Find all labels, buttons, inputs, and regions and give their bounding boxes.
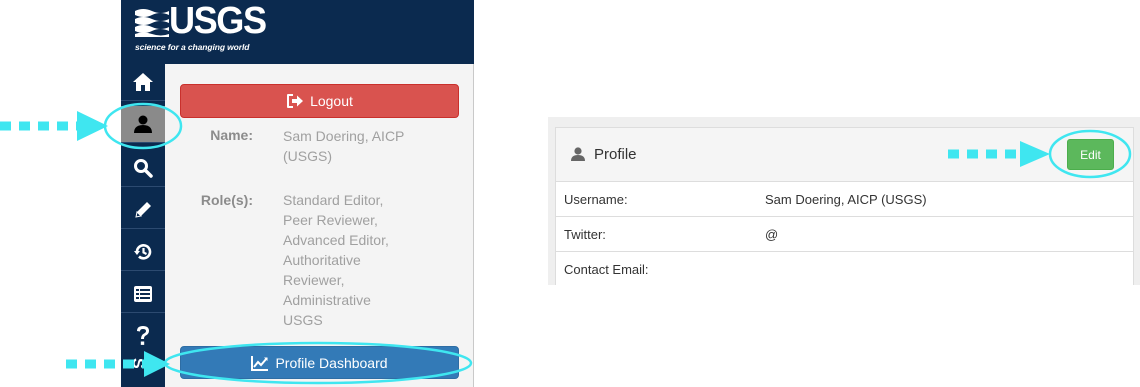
- home-icon: [133, 73, 153, 91]
- sign-out-icon: [287, 94, 304, 108]
- role-line: Administrative: [283, 292, 371, 308]
- name-value-line: (USGS): [283, 148, 332, 164]
- nav-profile[interactable]: [121, 106, 165, 142]
- rail-divider: [121, 312, 165, 313]
- profile-row-value: @: [765, 227, 779, 242]
- role-line: USGS: [283, 312, 323, 328]
- profile-dashboard-label: Profile Dashboard: [275, 354, 388, 371]
- annotation-arrow-profile: [0, 111, 108, 141]
- nav-history[interactable]: [121, 234, 165, 270]
- nav-list[interactable]: [121, 276, 165, 312]
- rail-vertical-text: S: [129, 358, 146, 369]
- user-icon: [571, 147, 585, 161]
- user-icon: [134, 115, 152, 133]
- rail-divider: [121, 142, 165, 143]
- usgs-waves-icon: [135, 7, 169, 37]
- logo-wordmark: USGS: [169, 0, 267, 42]
- profile-row-twitter: Twitter: @: [556, 217, 1133, 252]
- role-line: Authoritative: [283, 252, 361, 268]
- profile-row-key: Username:: [564, 192, 628, 207]
- roles-value: Standard Editor, Peer Reviewer, Advanced…: [283, 190, 433, 330]
- nav-rail: S: [121, 64, 165, 387]
- edit-button-label: Edit: [1080, 147, 1101, 162]
- role-line: Standard Editor,: [283, 192, 384, 208]
- list-icon: [134, 286, 152, 302]
- rail-divider: [121, 228, 165, 229]
- line-chart-icon: [251, 355, 269, 371]
- profile-row-key: Twitter:: [564, 227, 606, 242]
- profile-card: Profile Edit Username: Sam Doering, AICP…: [555, 127, 1134, 285]
- search-icon: [134, 159, 153, 178]
- profile-row-username: Username: Sam Doering, AICP (USGS): [556, 182, 1133, 217]
- role-line: Peer Reviewer,: [283, 212, 378, 228]
- profile-dashboard-button[interactable]: Profile Dashboard: [180, 346, 459, 379]
- pencil-icon: [135, 202, 151, 218]
- profile-card-header: Profile Edit: [556, 128, 1133, 182]
- nav-home[interactable]: [121, 64, 165, 100]
- nav-edit[interactable]: [121, 192, 165, 228]
- nav-help[interactable]: [121, 318, 165, 354]
- rail-divider: [121, 270, 165, 271]
- roles-label: Role(s):: [200, 192, 253, 208]
- profile-row-contact-email: Contact Email:: [556, 252, 1133, 287]
- profile-card-title: Profile: [594, 146, 637, 163]
- logout-button[interactable]: Logout: [180, 84, 459, 118]
- profile-row-value: Sam Doering, AICP (USGS): [765, 192, 927, 207]
- name-value-line: Sam Doering, AICP: [283, 128, 405, 144]
- question-icon: [137, 326, 149, 345]
- name-value: Sam Doering, AICP (USGS): [283, 126, 433, 166]
- history-icon: [134, 244, 152, 260]
- name-label: Name:: [210, 127, 253, 143]
- logo-tagline: science for a changing world: [135, 42, 250, 52]
- nav-search[interactable]: [121, 150, 165, 186]
- profile-row-key: Contact Email:: [564, 262, 649, 277]
- role-line: Advanced Editor,: [283, 232, 389, 248]
- rail-divider: [121, 186, 165, 187]
- logout-button-label: Logout: [310, 93, 353, 109]
- role-line: Reviewer,: [283, 272, 345, 288]
- edit-profile-button[interactable]: Edit: [1067, 139, 1114, 170]
- rail-divider: [121, 100, 165, 101]
- usgs-logo[interactable]: USGS science for a changing world: [135, 0, 270, 55]
